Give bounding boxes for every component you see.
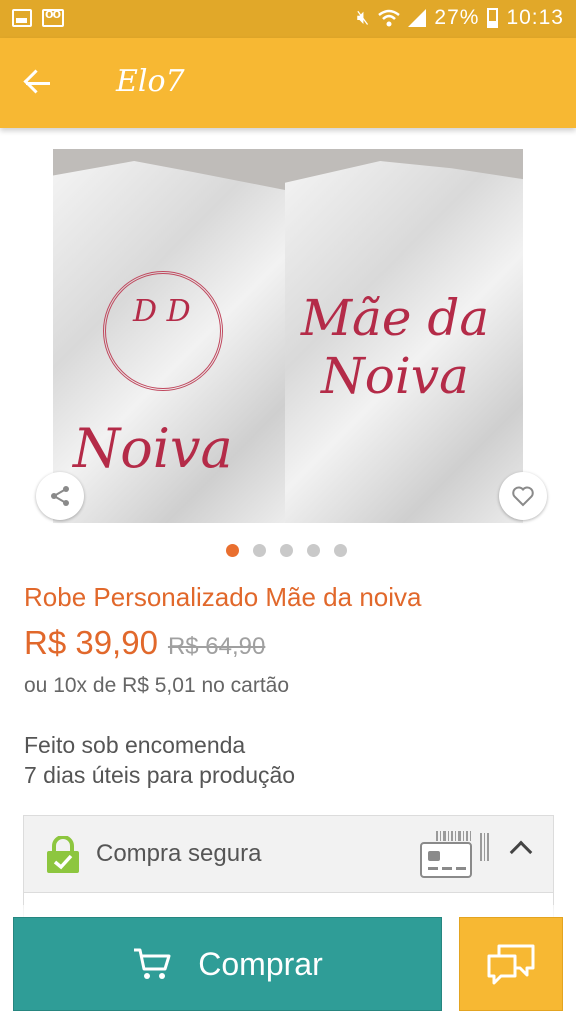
production-info: Feito sob encomenda 7 dias úteis para pr…	[24, 730, 295, 790]
arrow-back-icon[interactable]	[22, 66, 56, 100]
status-indicators: 🔇︎ 27% 10:13	[357, 6, 564, 30]
embroidery-mae-da-noiva: Mãe da Noiva	[300, 289, 490, 405]
monogram-frame	[103, 271, 223, 391]
share-button[interactable]	[36, 472, 84, 520]
status-bar: 🔇︎ 27% 10:13	[0, 0, 576, 38]
battery-icon	[487, 8, 499, 28]
pager-dot-5[interactable]	[334, 544, 347, 557]
pager-dot-3[interactable]	[280, 544, 293, 557]
chevron-up-icon[interactable]	[509, 840, 533, 864]
secure-purchase-panel[interactable]: Compra segura	[23, 815, 554, 893]
app-bar: Elo7	[0, 38, 576, 128]
installments-info: ou 10x de R$ 5,01 no cartão	[24, 674, 290, 697]
mute-icon: 🔇︎	[356, 6, 371, 29]
product-title: Robe Personalizado Mãe da noiva	[24, 582, 422, 612]
old-price: R$ 64,90	[167, 633, 266, 660]
pager-dot-1[interactable]	[226, 544, 239, 557]
price-row: R$ 39,90 R$ 64,90	[24, 624, 265, 662]
app-title: Elo7	[116, 64, 185, 99]
heart-outline-icon	[512, 486, 534, 507]
voicemail-icon	[42, 5, 64, 27]
production-line-1: Feito sob encomenda	[24, 732, 246, 758]
secure-purchase-label: Compra segura	[96, 840, 262, 867]
chat-bubbles-icon	[487, 944, 535, 985]
image-icon	[12, 9, 32, 27]
wifi-icon	[378, 9, 401, 27]
pager-dot-2[interactable]	[253, 544, 266, 557]
share-icon	[51, 486, 69, 506]
buy-button-label: Comprar	[198, 945, 323, 982]
embroidery-noiva: Noiva	[73, 417, 233, 480]
current-price: R$ 39,90	[24, 624, 158, 661]
bottom-action-bar: Comprar	[0, 905, 576, 1024]
signal-icon	[408, 9, 427, 27]
lock-check-icon	[47, 836, 79, 873]
image-pager	[226, 544, 347, 557]
status-notifications	[12, 5, 64, 27]
buy-button[interactable]: Comprar	[13, 917, 442, 1011]
product-image[interactable]: D D Noiva Mãe da Noiva	[53, 149, 523, 523]
chat-button[interactable]	[459, 917, 563, 1011]
battery-percent: 27%	[434, 6, 480, 29]
credit-card-icon	[420, 831, 489, 878]
favorite-button[interactable]	[499, 472, 547, 520]
production-line-2: 7 dias úteis para produção	[24, 762, 296, 788]
cart-icon	[134, 948, 171, 979]
pager-dot-4[interactable]	[307, 544, 320, 557]
monogram-text: D D	[133, 294, 191, 329]
clock: 10:13	[506, 6, 564, 29]
